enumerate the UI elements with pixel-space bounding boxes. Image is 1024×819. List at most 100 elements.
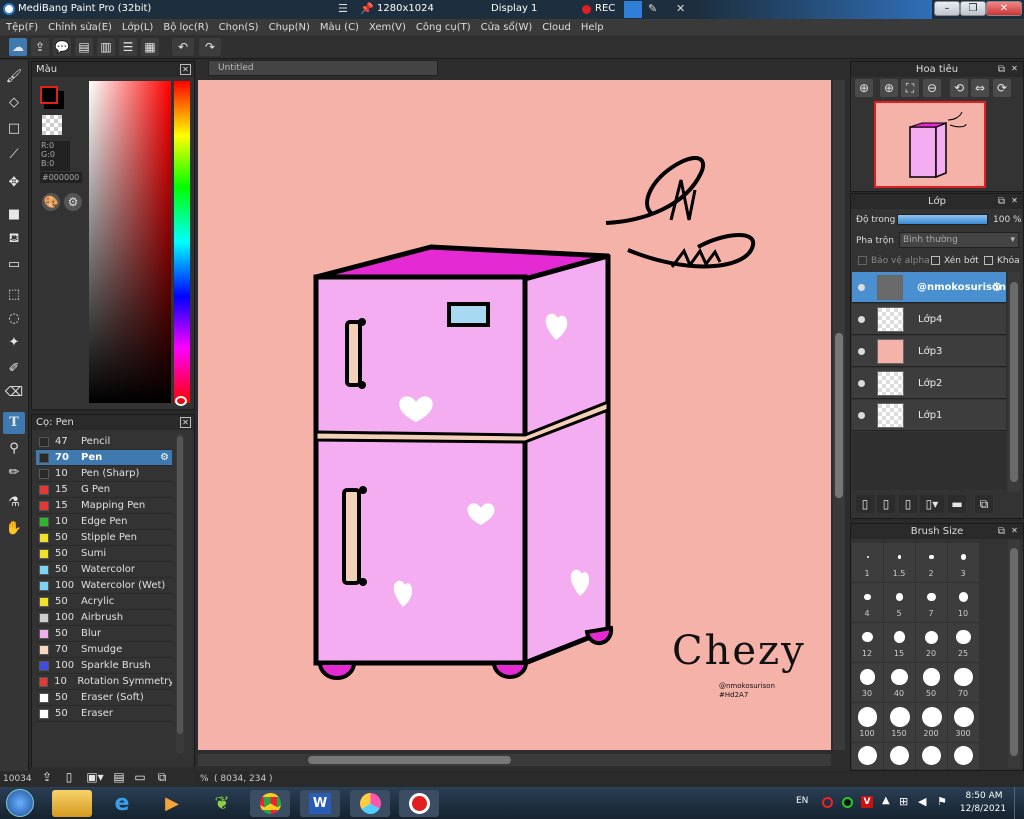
menu-item[interactable]: Tệp(F)	[6, 22, 38, 33]
close-icon[interactable]: ✕	[1009, 196, 1020, 207]
brush-size-cell[interactable]: 1.5	[884, 543, 915, 582]
brush-folder-icon[interactable]: ▭	[131, 768, 149, 786]
recorder-icon[interactable]	[399, 790, 439, 817]
eye-icon[interactable]	[858, 347, 865, 355]
brush-size-cell[interactable]: 150	[884, 703, 915, 742]
menu-item[interactable]: Help	[581, 22, 604, 33]
grid-icon[interactable]: ▦	[141, 38, 159, 56]
menu-item[interactable]: Cửa sổ(W)	[481, 22, 533, 33]
line-tool-icon[interactable]: ⟋	[3, 144, 25, 166]
lasso-tool-icon[interactable]: ◌	[3, 308, 25, 330]
brush-size-cell[interactable]: 70	[948, 663, 979, 702]
brush-size-cell[interactable]: 25	[948, 623, 979, 662]
brush-size-cell[interactable]	[884, 743, 915, 769]
lock-checkbox[interactable]	[984, 256, 993, 265]
layer-row[interactable]: Lớp4	[852, 304, 1006, 335]
brush-size-cell[interactable]: 300	[948, 703, 979, 742]
brush-item[interactable]: 100 Airbrush	[36, 610, 172, 626]
fit-window-icon[interactable]: ⛶	[901, 79, 919, 97]
record-dot-icon[interactable]	[582, 5, 591, 14]
hue-cursor[interactable]	[175, 396, 187, 406]
show-desktop-button[interactable]	[1014, 787, 1024, 819]
hex-field[interactable]: #000000	[40, 172, 82, 183]
brush-size-cell[interactable]: 12	[852, 623, 883, 662]
zoom-out-icon[interactable]: ⊖	[923, 79, 941, 97]
brush-item[interactable]: 15 Mapping Pen	[36, 498, 172, 514]
brush-size-cell[interactable]: 30	[852, 663, 883, 702]
clipping-checkbox[interactable]	[931, 256, 940, 265]
gradient-tool-icon[interactable]: ▭	[3, 254, 25, 276]
layer-row[interactable]: Lớp2	[852, 368, 1006, 399]
brush-item[interactable]: 50 Acrylic	[36, 594, 172, 610]
network-tray-icon[interactable]: ⊞	[899, 795, 908, 808]
brush-size-cell[interactable]	[852, 743, 883, 769]
document-icon[interactable]: ▥	[97, 38, 115, 56]
new-layer-icon[interactable]: ▯	[856, 495, 874, 513]
layer-row[interactable]: @nmokosurison ⚙	[852, 272, 1006, 303]
magic-wand-tool-icon[interactable]: ✦	[3, 332, 25, 354]
language-indicator[interactable]: EN	[796, 796, 808, 806]
fill-rect-tool-icon[interactable]: ■	[3, 204, 25, 226]
rec-label[interactable]: REC	[595, 3, 615, 14]
blend-select[interactable]: Bình thường ▾	[899, 232, 1019, 248]
rotate-right-icon[interactable]: ⟳	[993, 79, 1011, 97]
brush-item[interactable]: 100 Watercolor (Wet)	[36, 578, 172, 594]
cloud-icon[interactable]: ☁	[9, 38, 27, 56]
undock-icon[interactable]: ⧉	[998, 194, 1005, 209]
layer-row[interactable]: Lớp3	[852, 336, 1006, 367]
add-layer-menu-icon[interactable]: ▯▾	[920, 495, 944, 513]
chrome-icon[interactable]	[250, 790, 290, 817]
menu-item[interactable]: Chỉnh sửa(E)	[48, 22, 112, 33]
brush-copy-icon[interactable]: ⧉	[153, 768, 171, 786]
close-icon[interactable]: ✕	[1009, 526, 1020, 537]
eye-icon[interactable]	[858, 379, 865, 387]
hand-tool-icon[interactable]: ✋	[3, 518, 25, 540]
brush-item[interactable]: 70 Pen ⚙	[36, 450, 172, 466]
flag-tray-icon[interactable]: ⚑	[937, 795, 947, 808]
display-label[interactable]: Display 1	[491, 3, 537, 14]
medibang-icon[interactable]	[350, 790, 390, 817]
word-icon[interactable]: W	[300, 790, 340, 817]
undock-icon[interactable]: ⧉	[998, 62, 1005, 77]
brush-size-cell[interactable]	[948, 743, 979, 769]
zoom-fit-icon[interactable]: ⊕	[855, 79, 873, 97]
gear-icon[interactable]: ⚙	[991, 280, 1002, 294]
menu-icon[interactable]: ☰	[338, 2, 348, 15]
select-rect-tool-icon[interactable]: ⬚	[3, 284, 25, 306]
rect-tool-icon[interactable]: □	[3, 118, 25, 140]
brush-size-cell[interactable]: 100	[852, 703, 883, 742]
eraser-tool-icon[interactable]: ◇	[3, 92, 25, 114]
comment-icon[interactable]: 💬	[53, 38, 71, 56]
brush-item[interactable]: 50 Stipple Pen	[36, 530, 172, 546]
document-tab[interactable]: Untitled	[208, 60, 438, 76]
opacity-slider[interactable]	[897, 214, 988, 225]
app-leaf-icon[interactable]: ❦	[202, 790, 242, 817]
brush-item[interactable]: 50 Watercolor	[36, 562, 172, 578]
menu-item[interactable]: Lớp(L)	[122, 22, 153, 33]
close-icon[interactable]: ✕	[180, 64, 191, 75]
zoom-value[interactable]: 10034	[3, 774, 32, 784]
eye-icon[interactable]	[858, 315, 865, 323]
brush-item[interactable]: 47 Pencil	[36, 434, 172, 450]
undo-icon[interactable]: ↶	[172, 38, 194, 56]
menu-item[interactable]: Công cụ(T)	[416, 22, 471, 33]
ie-icon[interactable]: e	[102, 790, 142, 817]
brush-size-cell[interactable]: 10	[948, 583, 979, 622]
navigator-preview[interactable]	[874, 101, 986, 188]
clock-time[interactable]: 8:50 AM	[962, 791, 1006, 801]
bucket-tool-icon[interactable]: ⛾	[3, 228, 25, 250]
brush-scroll-thumb[interactable]	[177, 436, 183, 734]
gear-icon[interactable]: ⚙	[160, 452, 169, 463]
zoom-in-icon[interactable]: ⊕	[880, 79, 898, 97]
start-button[interactable]	[6, 789, 34, 817]
select-pen-tool-icon[interactable]: ✐	[3, 358, 25, 380]
menu-item[interactable]: Chọn(S)	[219, 22, 259, 33]
brush-size-cell[interactable]: 2	[916, 543, 947, 582]
dropper-tool-icon[interactable]: ✏	[3, 462, 25, 484]
eyedropper-tool-icon[interactable]: ⚗	[3, 492, 25, 514]
clock-date[interactable]: 12/8/2021	[958, 804, 1008, 814]
brush-size-scroll-thumb[interactable]	[1010, 548, 1018, 756]
brush-item[interactable]: 15 G Pen	[36, 482, 172, 498]
list-icon[interactable]: ☰	[119, 38, 137, 56]
brush-size-cell[interactable]: 15	[884, 623, 915, 662]
